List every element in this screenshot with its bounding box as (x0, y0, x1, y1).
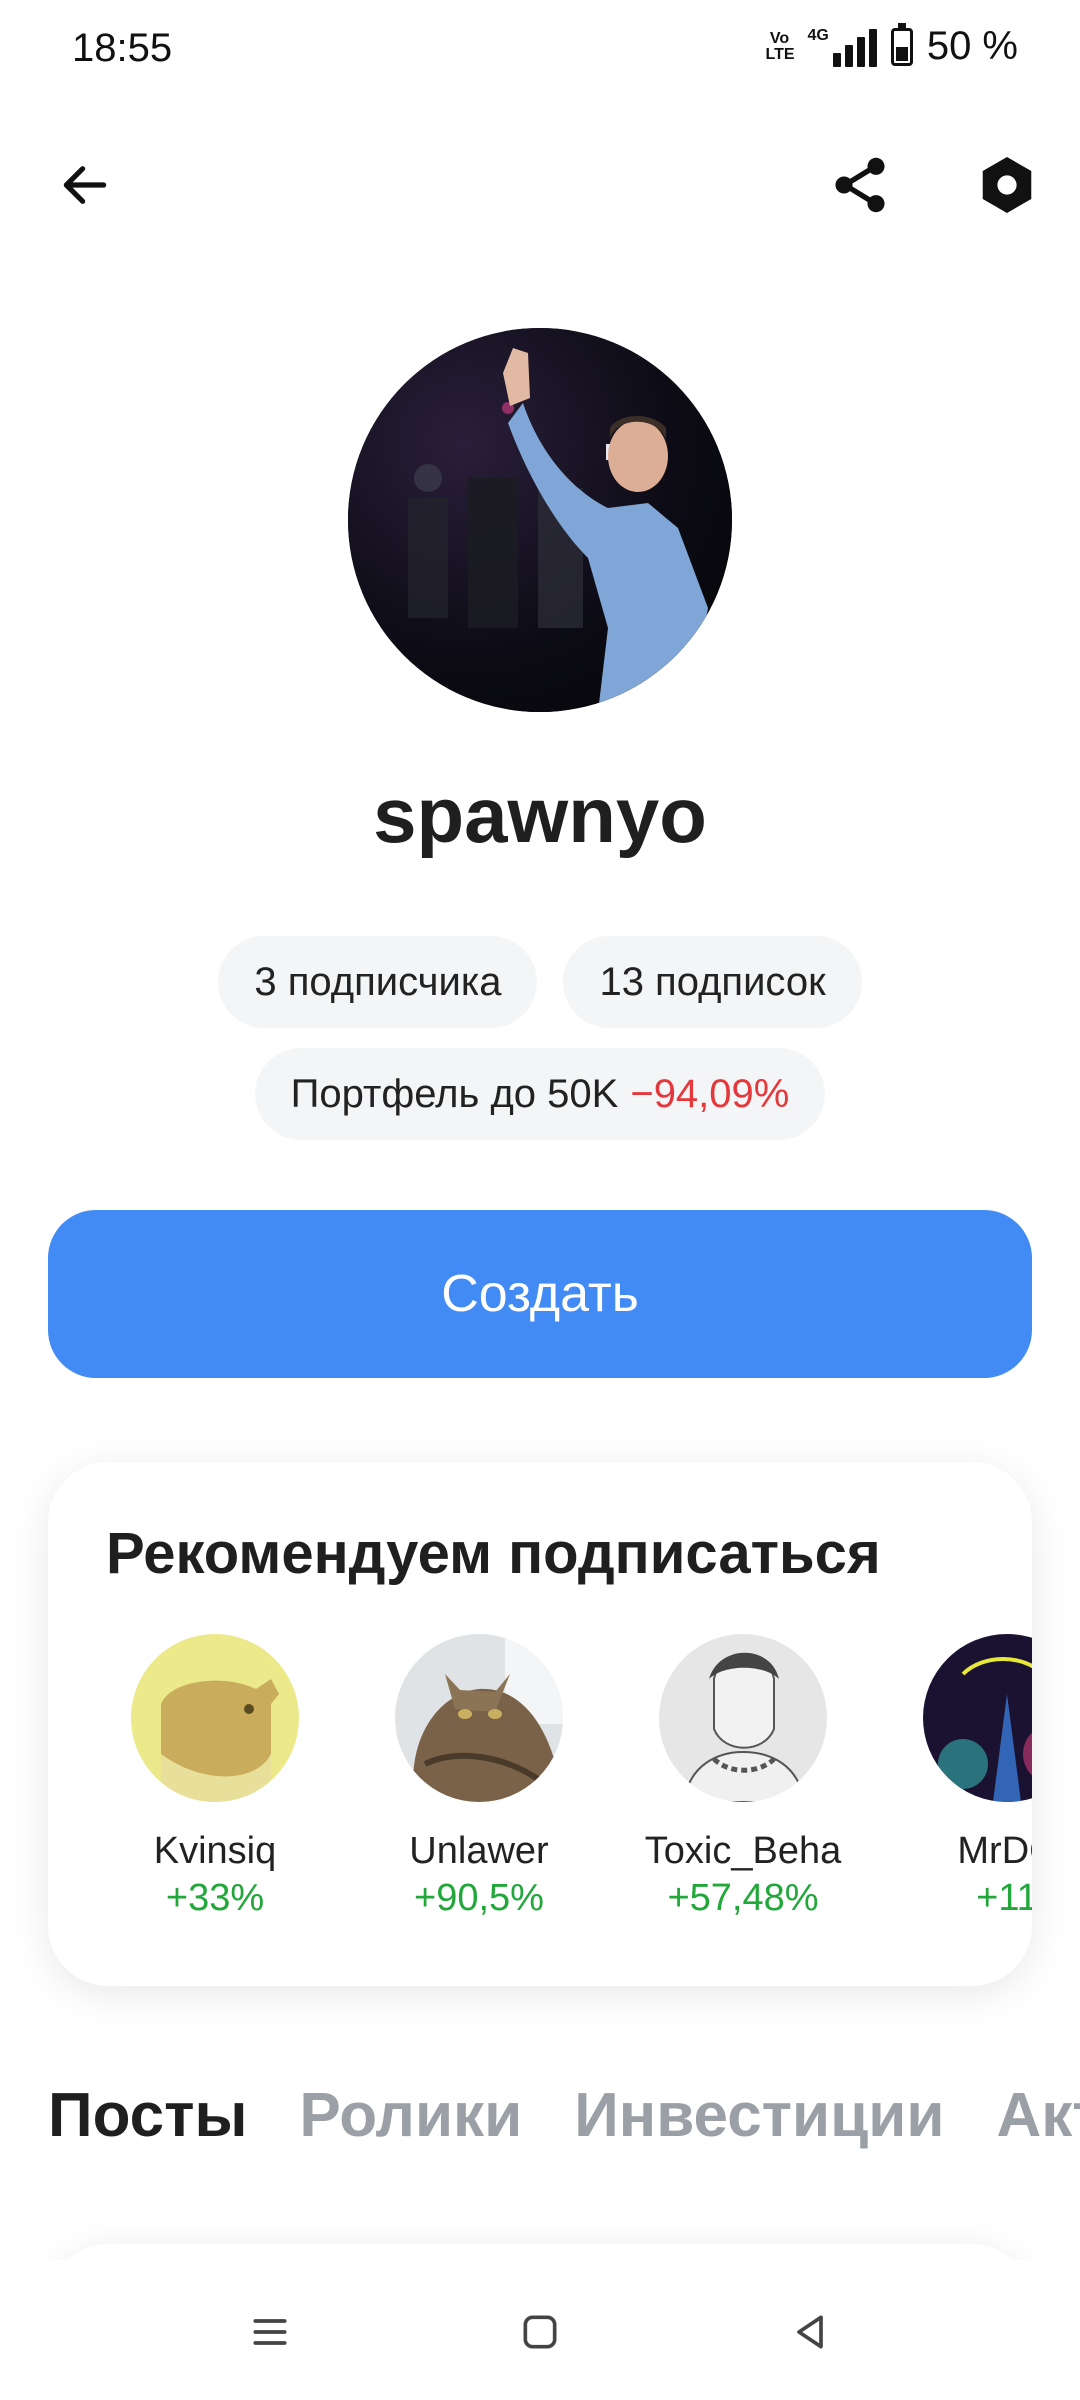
recommend-card: Рекомендуем подписаться Kvinsiq +33% Unl… (48, 1462, 1032, 1986)
recommend-list: Kvinsiq +33% Unlawer +90,5% Toxic_Beha +… (88, 1634, 1032, 1920)
tab-activity[interactable]: Акт (997, 2080, 1080, 2151)
status-bar: 18:55 Vo LTE 4G 50 % (0, 0, 1080, 100)
portfolio-chip[interactable]: Портфель до 50K −94,09% (254, 1048, 826, 1140)
portfolio-label: Портфель до 50K (290, 1071, 619, 1116)
recommend-percent: +33% (165, 1877, 265, 1919)
home-square-icon (523, 2315, 557, 2349)
tab-posts[interactable]: Посты (48, 2080, 247, 2151)
recommend-item[interactable]: MrDC +11 (880, 1634, 1032, 1920)
network-label: 4G (807, 26, 829, 44)
recommend-avatar (131, 1634, 299, 1802)
settings-button[interactable] (962, 140, 1052, 230)
recommend-avatar (395, 1634, 563, 1802)
recommend-percent: +90,5% (414, 1877, 544, 1919)
volte-icon: Vo LTE (765, 29, 795, 63)
recommend-name: Unlawer (409, 1830, 549, 1872)
recommend-name: Toxic_Beha (644, 1830, 842, 1872)
share-icon (835, 157, 885, 213)
recommend-percent: +57,48% (667, 1877, 819, 1919)
recommend-title: Рекомендуем подписаться (106, 1521, 881, 1586)
back-triangle-icon (797, 2315, 823, 2349)
recommend-item[interactable]: Unlawer +90,5% (352, 1634, 606, 1920)
back-button[interactable] (40, 140, 130, 230)
recommend-percent: +11 (976, 1877, 1032, 1919)
recent-apps-button[interactable] (220, 2282, 320, 2382)
recommend-item[interactable]: Toxic_Beha +57,48% (616, 1634, 870, 1920)
tab-reels[interactable]: Ролики (299, 2080, 522, 2151)
avatar-photo (348, 328, 732, 712)
share-button[interactable] (815, 140, 905, 230)
profile-avatar[interactable] (348, 328, 732, 712)
signal-icon: 4G (807, 26, 877, 67)
create-button[interactable]: Создать (48, 1210, 1032, 1378)
status-icons: Vo LTE 4G 50 % (765, 22, 1018, 69)
profile-screen: 18:55 Vo LTE 4G 50 % spawnyo 3 подписчик… (0, 0, 1080, 2400)
battery-icon (890, 22, 913, 66)
settings-hexagon-icon (982, 157, 1032, 213)
recommend-item[interactable]: Kvinsiq +33% (88, 1634, 342, 1920)
recommend-name: Kvinsiq (153, 1830, 277, 1872)
following-chip[interactable]: 13 подписок (563, 936, 862, 1028)
menu-icon (253, 2319, 287, 2345)
status-time: 18:55 (72, 26, 173, 70)
system-nav-bar (0, 2260, 1080, 2400)
content-tabs: Посты Ролики Инвестиции Акт (48, 2080, 1080, 2151)
tab-investments[interactable]: Инвестиции (574, 2080, 944, 2151)
recommend-avatar (659, 1634, 827, 1802)
stats-row: 3 подписчика 13 подписок (0, 936, 1080, 1028)
username: spawnyo (373, 771, 707, 859)
recommend-avatar (923, 1634, 1032, 1802)
arrow-left-icon (63, 166, 107, 204)
followers-chip[interactable]: 3 подписчика (218, 936, 538, 1028)
home-button[interactable] (490, 2282, 590, 2382)
recommend-name: MrDC (957, 1830, 1032, 1872)
battery-text: 50 % (926, 24, 1018, 68)
portfolio-change: −94,09% (630, 1071, 790, 1116)
portfolio-row: Портфель до 50K −94,09% (0, 1048, 1080, 1140)
nav-back-button[interactable] (760, 2282, 860, 2382)
